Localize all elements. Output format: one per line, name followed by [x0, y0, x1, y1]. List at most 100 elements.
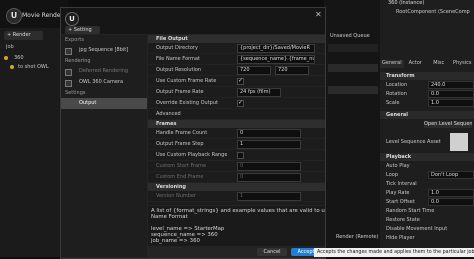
shot-status-icon — [10, 65, 14, 69]
tick-interval-row: Tick Interval — [380, 179, 474, 188]
dialog-header: U + Setting ✕ — [61, 8, 325, 34]
description-line: job_name => 360 — [148, 238, 325, 244]
shot-row[interactable]: to shot OWL — [0, 62, 68, 71]
rotation-field[interactable]: 0.0 — [428, 90, 474, 98]
custom-frame-rate-checkbox[interactable] — [237, 78, 244, 85]
job-column-header: Job — [6, 44, 14, 50]
rotation-row: Rotation0.0 — [380, 89, 474, 98]
handle-frame-count-field[interactable]: 0 — [237, 129, 301, 138]
file-output-section[interactable]: File Output — [148, 35, 325, 43]
open-level-sequence-button[interactable]: Open Level Sequence — [424, 121, 472, 128]
handle-frame-count-row: Handle Frame Count 0 — [148, 128, 325, 139]
override-output-checkbox[interactable] — [237, 100, 244, 107]
properties-panel: File Output Output Directory {project_dir… — [148, 35, 325, 205]
custom-start-row: Custom Start Frame0 — [148, 161, 325, 172]
restore-state-row: Restore State — [380, 215, 474, 224]
render-remote-button[interactable]: Render (Remote) — [336, 234, 379, 240]
version-number-label: Version Number — [156, 193, 196, 199]
viewport-strip: Unsaved Queue Render (Remote) — [324, 0, 380, 257]
setting-label: OWL 360 Camera — [79, 79, 123, 85]
close-icon[interactable]: ✕ — [315, 10, 322, 19]
job-status-icon — [4, 56, 8, 60]
random-start-row: Random Start Time — [380, 206, 474, 215]
scale-field[interactable]: 1.0 — [428, 99, 474, 107]
exports-header: Exports — [61, 35, 147, 45]
setting-deferred-rendering[interactable]: Deferred Rendering — [61, 66, 147, 77]
override-output-label: Override Existing Output — [156, 100, 218, 106]
tab-actor[interactable]: Actor — [404, 60, 428, 68]
play-rate-field[interactable]: 1.0 — [428, 189, 474, 197]
job-name: 360 — [14, 55, 24, 61]
frame-rate-dropdown[interactable]: 24 fps (film) — [237, 88, 281, 97]
settings-header: Settings — [61, 88, 147, 98]
custom-start-field[interactable]: 0 — [237, 162, 301, 171]
add-setting-button[interactable]: + Setting — [65, 26, 100, 34]
output-frame-rate-row: Output Frame Rate 24 fps (film) — [148, 87, 325, 98]
start-offset-field[interactable]: 0.0 — [428, 198, 474, 206]
movie-render-title: Movie Render — [22, 12, 63, 19]
location-field[interactable]: 240.0 — [428, 81, 474, 89]
version-number-field[interactable]: 1 — [237, 192, 301, 201]
override-output-row: Override Existing Output — [148, 98, 325, 109]
hide-player-row: Hide Player — [380, 233, 474, 242]
frames-section[interactable]: Frames — [148, 120, 325, 128]
playback-section[interactable]: Playback — [380, 153, 474, 161]
output-directory-field[interactable]: {project_dir}/Saved/MovieR — [237, 44, 315, 53]
tab-general[interactable]: General — [380, 60, 404, 68]
disable-movement-label: Disable Movement Input — [386, 226, 447, 232]
setting-jpg-sequence[interactable]: jpg Sequence [8bit] — [61, 45, 147, 56]
loop-row: LoopDon't Loop — [380, 170, 474, 179]
custom-playback-row: Use Custom Playback Range — [148, 150, 325, 161]
unreal-logo-icon: U — [65, 12, 79, 26]
checkbox-icon[interactable] — [65, 80, 72, 87]
queue-row[interactable] — [328, 86, 378, 94]
tab-physics[interactable]: Physics — [451, 60, 474, 68]
add-render-button[interactable]: + Render — [4, 31, 43, 40]
details-tab-bar: General Actor Misc Physics — [380, 60, 474, 68]
checkbox-icon[interactable] — [65, 48, 72, 55]
scale-row: Scale1.0 — [380, 98, 474, 107]
sequence-thumbnail-icon[interactable] — [450, 133, 468, 151]
job-row[interactable]: 360 — [0, 53, 68, 62]
output-resolution-label: Output Resolution — [156, 67, 201, 73]
output-directory-row: Output Directory {project_dir}/Saved/Movi… — [148, 43, 325, 54]
hide-player-label: Hide Player — [386, 235, 415, 241]
details-title: 360 (Instance) — [388, 0, 424, 6]
details-panel: 360 (Instance) RootComponent (SceneComp … — [380, 0, 474, 257]
cancel-button[interactable]: Cancel — [257, 248, 287, 256]
disable-movement-row: Disable Movement Input — [380, 224, 474, 233]
file-name-format-row: File Name Format{sequence_name}.{frame_n… — [148, 54, 325, 65]
setting-output[interactable]: Output — [61, 98, 147, 109]
location-row: Location 240.0 — [380, 80, 474, 89]
resolution-y-field[interactable]: 720 — [275, 66, 309, 75]
handle-frame-count-label: Handle Frame Count — [156, 130, 207, 136]
output-frame-step-row: Output Frame Step 1 — [148, 139, 325, 150]
location-label: Location — [386, 82, 407, 88]
output-directory-label: Output Directory — [156, 45, 198, 51]
checkbox-icon[interactable] — [65, 69, 72, 76]
tab-misc[interactable]: Misc — [427, 60, 451, 68]
auto-play-label: Auto Play — [386, 163, 410, 169]
custom-playback-checkbox[interactable] — [237, 152, 244, 159]
output-frame-rate-label: Output Frame Rate — [156, 89, 204, 95]
play-rate-label: Play Rate — [386, 190, 409, 196]
file-name-format-field[interactable]: {sequence_name}.{frame_nu — [237, 55, 315, 64]
transform-section[interactable]: Transform — [380, 72, 474, 80]
setting-owl-camera[interactable]: OWL 360 Camera — [61, 77, 147, 88]
output-frame-step-field[interactable]: 1 — [237, 140, 301, 149]
unsaved-queue-label[interactable]: Unsaved Queue — [330, 33, 370, 39]
loop-dropdown[interactable]: Don't Loop — [428, 171, 474, 179]
general-section[interactable]: General — [380, 111, 474, 119]
level-sequence-label: Level Sequence Asset — [386, 139, 441, 145]
advanced-row[interactable]: Advanced — [148, 109, 325, 120]
custom-end-field[interactable]: 0 — [237, 173, 301, 182]
output-frame-step-label: Output Frame Step — [156, 141, 204, 147]
movie-render-window: U Movie Render + Render Job 360 to shot … — [0, 0, 68, 257]
start-offset-row: Start Offset0.0 — [380, 197, 474, 206]
description-box: A list of {format_strings} and example v… — [148, 206, 325, 246]
root-component-item[interactable]: RootComponent (SceneComp — [396, 9, 470, 15]
resolution-x-field[interactable]: 720 — [237, 66, 271, 75]
queue-row[interactable] — [328, 64, 378, 72]
versioning-section[interactable]: Versioning — [148, 183, 325, 191]
custom-playback-label: Use Custom Playback Range — [156, 152, 227, 158]
